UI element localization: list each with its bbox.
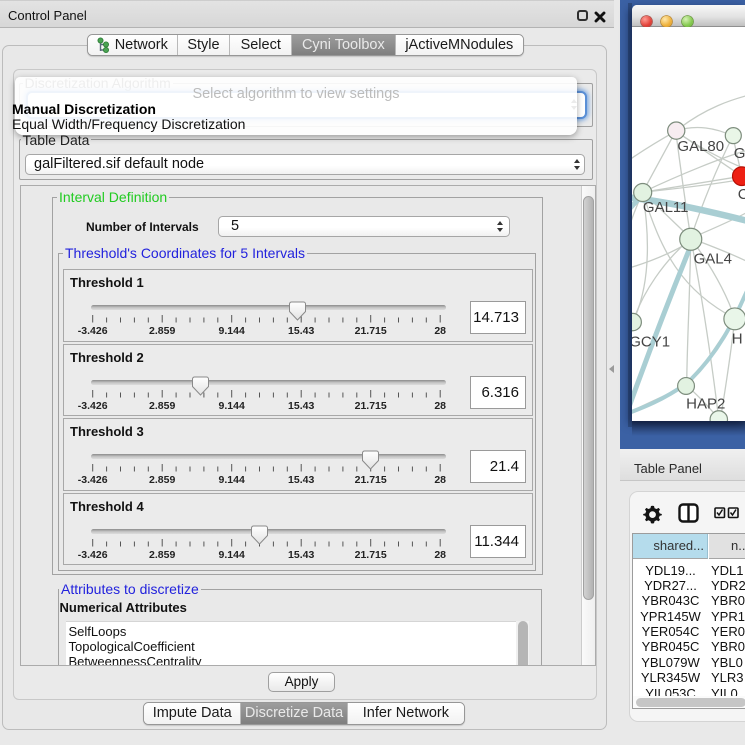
- svg-text:GAL4: GAL4: [693, 250, 731, 267]
- svg-text:GAL80: GAL80: [677, 138, 724, 155]
- svg-text:GAL11: GAL11: [642, 199, 688, 216]
- svg-text:CY: CY: [737, 186, 745, 203]
- svg-text:GCY1: GCY1: [632, 333, 670, 350]
- svg-text:GAL1: GAL1: [733, 145, 745, 162]
- svg-text:HAP2: HAP2: [686, 395, 725, 412]
- svg-text:H: H: [731, 330, 742, 347]
